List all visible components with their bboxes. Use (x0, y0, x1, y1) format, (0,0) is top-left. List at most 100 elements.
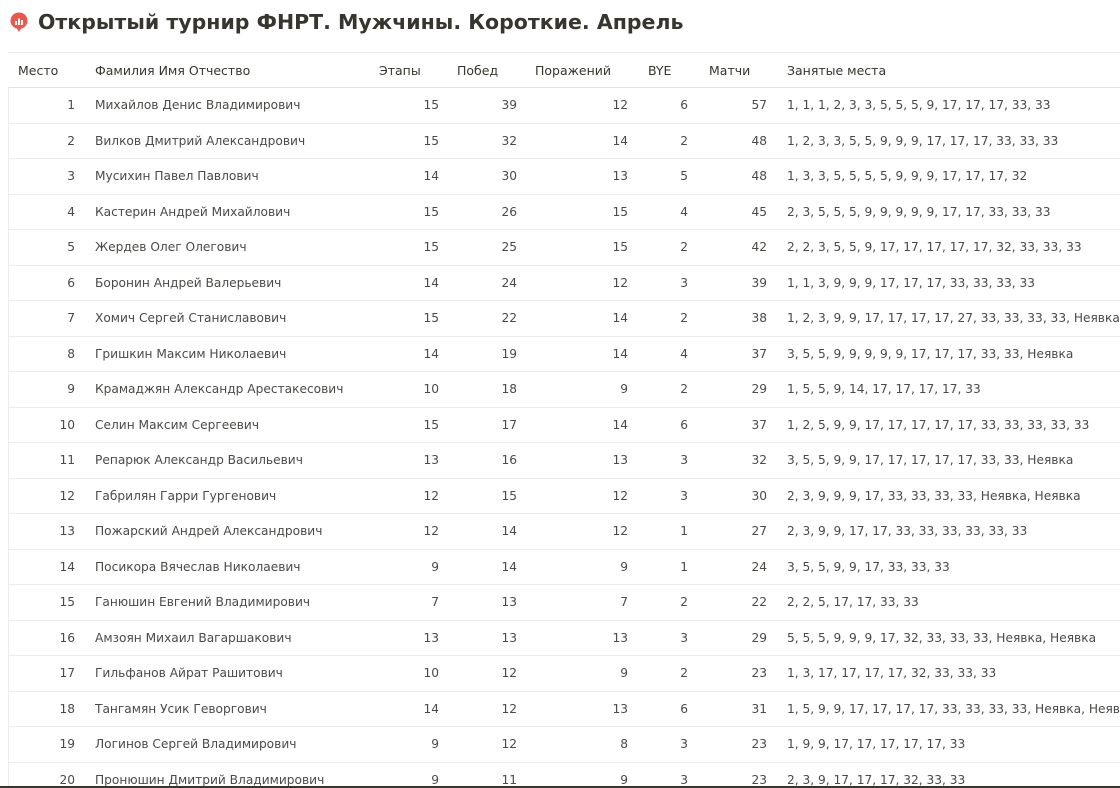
cell-place: 2 (8, 123, 85, 159)
cell-name: Крамаджян Александр Арестакесович (85, 371, 371, 408)
cell-wins: 26 (449, 194, 527, 230)
cell-name: Ганюшин Евгений Владимирович (85, 584, 371, 621)
table-row[interactable]: 8 Гришкин Максим Николаевич 14 19 14 4 3… (8, 336, 1120, 372)
cell-matches: 39 (698, 265, 777, 301)
cell-losses: 13 (527, 691, 638, 727)
cell-name: Репарюк Александр Васильевич (85, 442, 371, 479)
table-row[interactable]: 5 Жердев Олег Олегович 15 25 15 2 42 2, … (8, 229, 1120, 266)
cell-place: 11 (8, 442, 85, 479)
cell-place: 4 (8, 194, 85, 230)
cell-place: 5 (8, 229, 85, 266)
cell-losses: 12 (527, 513, 638, 550)
cell-stages: 13 (371, 620, 449, 656)
cell-losses: 9 (527, 549, 638, 585)
cell-name: Амзоян Михаил Вагаршакович (85, 620, 371, 656)
cell-bye: 4 (638, 336, 698, 372)
cell-stages: 14 (371, 336, 449, 372)
table-row[interactable]: 16 Амзоян Михаил Вагаршакович 13 13 13 3… (8, 620, 1120, 656)
cell-stages: 10 (371, 655, 449, 692)
cell-name: Жердев Олег Олегович (85, 229, 371, 266)
cell-matches: 37 (698, 407, 777, 443)
cell-places: 1, 2, 3, 3, 5, 5, 9, 9, 9, 17, 17, 17, 3… (777, 123, 1120, 159)
cell-wins: 25 (449, 229, 527, 266)
cell-stages: 13 (371, 442, 449, 479)
cell-stages: 15 (371, 87, 449, 124)
cell-wins: 15 (449, 478, 527, 514)
cell-matches: 45 (698, 194, 777, 230)
cell-places: 3, 5, 5, 9, 9, 17, 17, 17, 17, 17, 33, 3… (777, 442, 1120, 479)
cell-place: 20 (8, 762, 85, 788)
cell-place: 18 (8, 691, 85, 727)
cell-losses: 15 (527, 229, 638, 266)
table-row[interactable]: 9 Крамаджян Александр Арестакесович 10 1… (8, 371, 1120, 408)
cell-bye: 5 (638, 158, 698, 195)
column-header-name[interactable]: Фамилия Имя Отчество (85, 52, 371, 88)
table-row[interactable]: 10 Селин Максим Сергеевич 15 17 14 6 37 … (8, 407, 1120, 443)
cell-bye: 3 (638, 620, 698, 656)
cell-stages: 14 (371, 265, 449, 301)
cell-places: 2, 2, 5, 17, 17, 33, 33 (777, 584, 1120, 621)
cell-stages: 9 (371, 549, 449, 585)
table-row[interactable]: 18 Тангамян Усик Геворгович 14 12 13 6 3… (8, 691, 1120, 727)
cell-losses: 8 (527, 726, 638, 763)
cell-stages: 15 (371, 407, 449, 443)
column-header-wins[interactable]: Побед (449, 52, 527, 88)
cell-matches: 22 (698, 584, 777, 621)
cell-losses: 9 (527, 655, 638, 692)
cell-stages: 15 (371, 229, 449, 266)
cell-matches: 23 (698, 726, 777, 763)
table-row[interactable]: 2 Вилков Дмитрий Александрович 15 32 14 … (8, 123, 1120, 159)
cell-bye: 2 (638, 371, 698, 408)
cell-places: 1, 3, 3, 5, 5, 5, 5, 9, 9, 9, 17, 17, 17… (777, 158, 1120, 195)
cell-bye: 3 (638, 762, 698, 788)
column-header-place[interactable]: Место (8, 52, 85, 88)
cell-matches: 31 (698, 691, 777, 727)
column-header-stages[interactable]: Этапы (371, 52, 449, 88)
table-row[interactable]: 19 Логинов Сергей Владимирович 9 12 8 3 … (8, 726, 1120, 763)
cell-places: 2, 3, 9, 17, 17, 17, 32, 33, 33 (777, 762, 1120, 788)
table-row[interactable]: 13 Пожарский Андрей Александрович 12 14 … (8, 513, 1120, 550)
cell-bye: 1 (638, 549, 698, 585)
cell-stages: 15 (371, 123, 449, 159)
table-row[interactable]: 6 Боронин Андрей Валерьевич 14 24 12 3 3… (8, 265, 1120, 301)
table-row[interactable]: 4 Кастерин Андрей Михайлович 15 26 15 4 … (8, 194, 1120, 230)
table-row[interactable]: 15 Ганюшин Евгений Владимирович 7 13 7 2… (8, 584, 1120, 621)
cell-losses: 13 (527, 620, 638, 656)
table-row[interactable]: 12 Габрилян Гарри Гургенович 12 15 12 3 … (8, 478, 1120, 514)
table-row[interactable]: 14 Посикора Вячеслав Николаевич 9 14 9 1… (8, 549, 1120, 585)
cell-name: Логинов Сергей Владимирович (85, 726, 371, 763)
cell-losses: 14 (527, 336, 638, 372)
cell-name: Мусихин Павел Павлович (85, 158, 371, 195)
cell-places: 1, 3, 17, 17, 17, 17, 32, 33, 33, 33 (777, 655, 1120, 692)
column-header-losses[interactable]: Поражений (527, 52, 638, 88)
cell-place: 1 (8, 87, 85, 124)
cell-place: 19 (8, 726, 85, 763)
cell-matches: 48 (698, 123, 777, 159)
cell-bye: 3 (638, 726, 698, 763)
table-row[interactable]: 20 Пронюшин Дмитрий Владимирович 9 11 9 … (8, 762, 1120, 788)
cell-places: 1, 1, 1, 2, 3, 3, 5, 5, 5, 9, 17, 17, 17… (777, 87, 1120, 124)
standings-table-container: Место Фамилия Имя Отчество Этапы Побед П… (8, 52, 1120, 788)
cell-losses: 14 (527, 123, 638, 159)
cell-places: 3, 5, 5, 9, 9, 9, 9, 9, 17, 17, 17, 33, … (777, 336, 1120, 372)
table-row[interactable]: 17 Гильфанов Айрат Рашитович 10 12 9 2 2… (8, 655, 1120, 692)
cell-matches: 38 (698, 300, 777, 337)
cell-stages: 14 (371, 158, 449, 195)
table-row[interactable]: 11 Репарюк Александр Васильевич 13 16 13… (8, 442, 1120, 479)
column-header-bye[interactable]: BYE (638, 52, 698, 88)
table-row[interactable]: 7 Хомич Сергей Станиславович 15 22 14 2 … (8, 300, 1120, 337)
cell-losses: 14 (527, 407, 638, 443)
cell-name: Пронюшин Дмитрий Владимирович (85, 762, 371, 788)
cell-wins: 17 (449, 407, 527, 443)
cell-places: 3, 5, 5, 9, 9, 17, 33, 33, 33 (777, 549, 1120, 585)
column-header-matches[interactable]: Матчи (698, 52, 777, 88)
cell-place: 10 (8, 407, 85, 443)
table-row[interactable]: 1 Михайлов Денис Владимирович 15 39 12 6… (8, 87, 1120, 124)
table-row[interactable]: 3 Мусихин Павел Павлович 14 30 13 5 48 1… (8, 158, 1120, 195)
chart-pin-icon[interactable] (8, 11, 30, 33)
cell-wins: 14 (449, 549, 527, 585)
column-header-places[interactable]: Занятые места (777, 52, 1120, 88)
cell-wins: 13 (449, 584, 527, 621)
cell-place: 6 (8, 265, 85, 301)
cell-matches: 23 (698, 762, 777, 788)
